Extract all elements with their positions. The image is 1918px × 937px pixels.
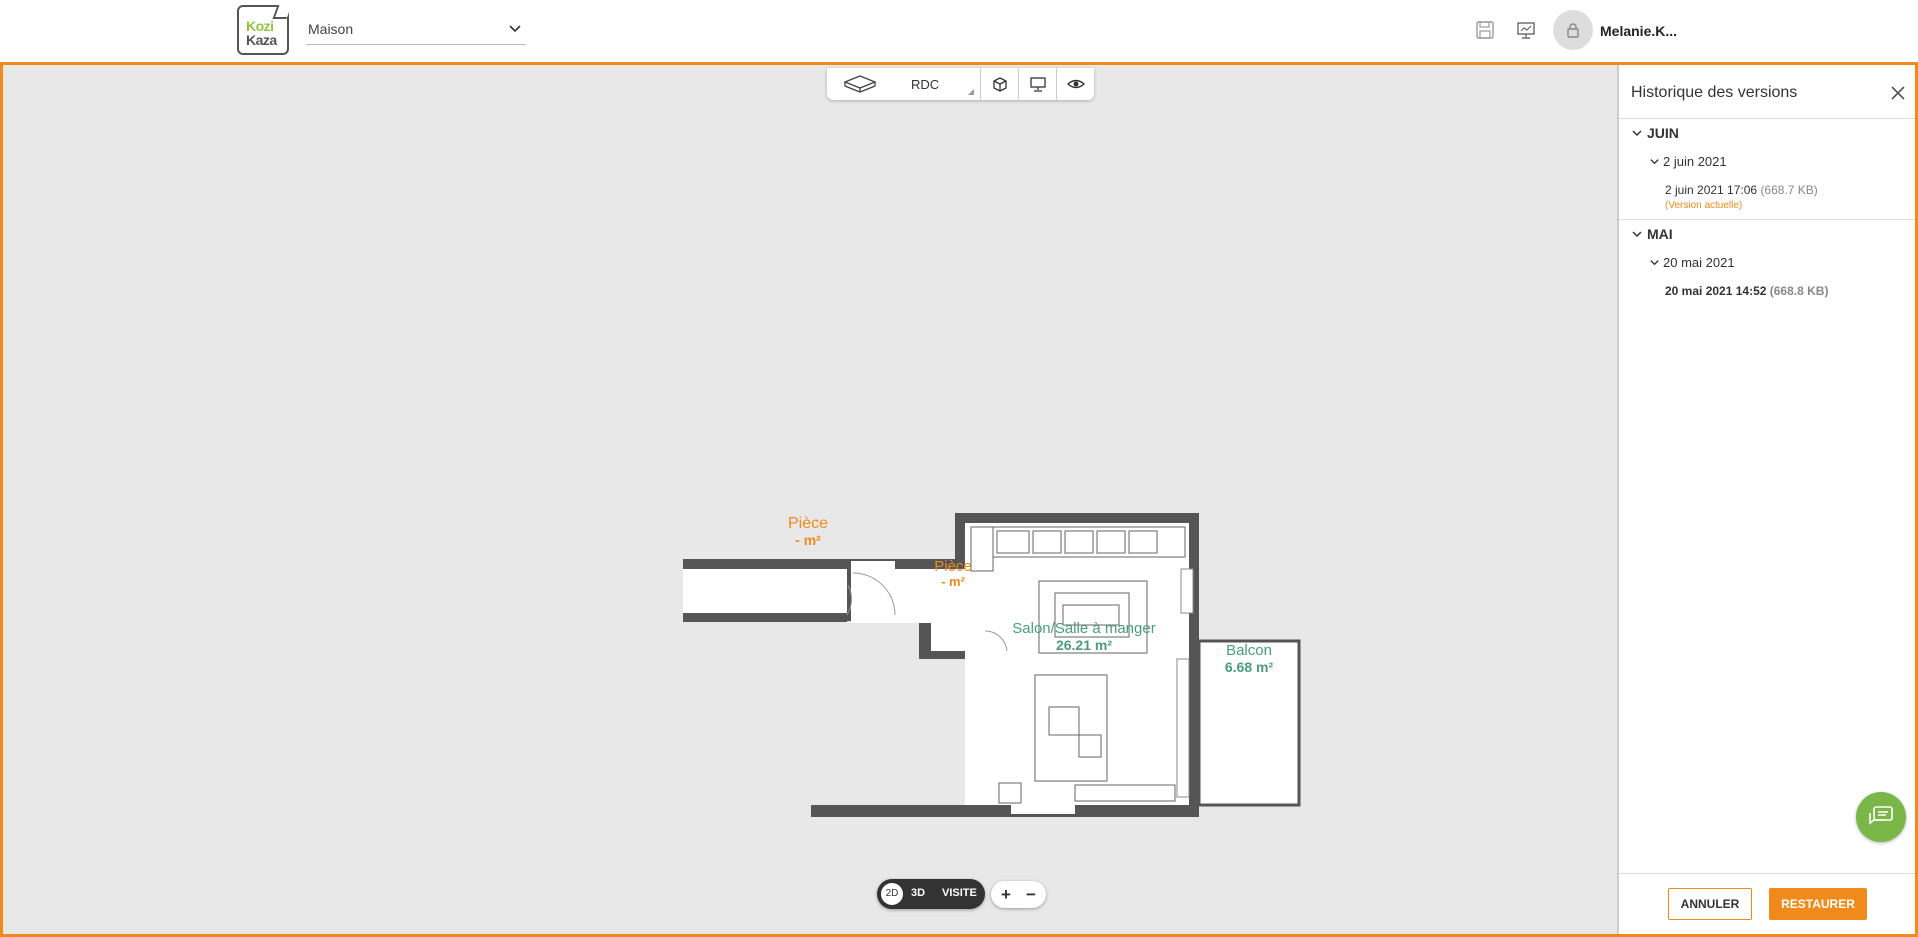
room-label-salon[interactable]: Salon/Salle à manger 26.21 m² xyxy=(989,620,1179,654)
editor-frame: RDC Pièce - m² Pièce - m² Salon/Salle à … xyxy=(0,62,1918,937)
wall xyxy=(955,513,1199,523)
user-avatar[interactable] xyxy=(1553,10,1593,50)
chevron-down-icon xyxy=(1650,159,1659,165)
wall xyxy=(683,613,847,622)
save-icon[interactable] xyxy=(1474,19,1496,41)
version-entry-selected[interactable]: 20 mai 2021 14:52 (668.8 KB) xyxy=(1665,284,1828,298)
chevron-down-icon xyxy=(1632,130,1642,137)
corner-resize-icon xyxy=(968,89,974,95)
room-name: Pièce xyxy=(934,558,972,575)
version-time: 20 mai 2021 14:52 xyxy=(1665,284,1767,298)
room-area: - m² xyxy=(795,532,821,548)
logo-text-kozi: Kozi xyxy=(246,18,274,34)
eye-icon xyxy=(1067,79,1085,89)
level-label: RDC xyxy=(911,77,940,92)
lock-icon xyxy=(1567,23,1579,38)
version-size: (668.8 KB) xyxy=(1769,284,1829,298)
room-label-piece-2[interactable]: Pièce - m² xyxy=(909,559,997,589)
view-mode-switch: 2D 3D VISITE xyxy=(877,879,985,909)
month-group-mai[interactable]: MAI xyxy=(1631,226,1831,244)
presentation-icon[interactable] xyxy=(1515,19,1537,41)
day-label: 20 mai 2021 xyxy=(1663,255,1735,270)
project-select[interactable]: Maison xyxy=(306,14,526,45)
zoom-out-button[interactable]: − xyxy=(1019,883,1043,906)
chevron-down-icon xyxy=(1632,231,1642,238)
zoom-control: + − xyxy=(991,881,1046,908)
floor-level-icon xyxy=(843,75,877,93)
project-select-value: Maison xyxy=(308,21,354,37)
mode-2d-button[interactable]: 2D xyxy=(881,883,903,905)
month-label: MAI xyxy=(1647,226,1673,242)
panel-title: Historique des versions xyxy=(1631,84,1798,101)
version-time: 2 juin 2021 17:06 xyxy=(1665,183,1758,197)
logo-text-kaza: Kaza xyxy=(246,32,277,48)
user-name[interactable]: Melanie.K... xyxy=(1600,23,1677,39)
presentation-view-button[interactable] xyxy=(1019,68,1057,100)
close-icon[interactable] xyxy=(1888,83,1908,103)
restore-button[interactable]: RESTAURER xyxy=(1769,888,1867,920)
version-entry[interactable]: 2 juin 2021 17:06 (668.7 KB) xyxy=(1665,183,1818,197)
room-name: Balcon xyxy=(1226,642,1272,659)
room-label-balcon[interactable]: Balcon 6.68 m² xyxy=(1199,642,1299,676)
mode-visite-button[interactable]: VISITE xyxy=(942,887,977,899)
version-size: (668.7 KB) xyxy=(1760,183,1818,197)
level-selector[interactable]: RDC xyxy=(827,68,981,100)
monitor-icon xyxy=(1030,77,1046,92)
room-area: 6.68 m² xyxy=(1224,659,1274,675)
visibility-button[interactable] xyxy=(1057,68,1095,100)
wall xyxy=(811,805,1199,817)
kozikaza-logo[interactable]: Kozi Kaza xyxy=(237,5,292,55)
chat-icon xyxy=(1869,806,1893,825)
chevron-down-icon xyxy=(1650,260,1659,266)
cancel-button[interactable]: ANNULER xyxy=(1668,888,1752,920)
cube-icon xyxy=(993,77,1007,92)
chat-button[interactable] xyxy=(1856,792,1906,842)
current-version-tag: (Version actuelle) xyxy=(1665,200,1743,211)
divider xyxy=(1619,219,1915,220)
room-piece-1-floor xyxy=(683,569,847,613)
room-label-piece-1[interactable]: Pièce - m² xyxy=(755,515,861,549)
mode-3d-button[interactable]: 3D xyxy=(911,887,925,899)
divider xyxy=(1619,873,1915,874)
app-header: Kozi Kaza Maison Melanie.K... xyxy=(0,0,1918,62)
room-area: 26.21 m² xyxy=(1055,637,1113,653)
room-name: Pièce xyxy=(787,515,829,532)
day-group[interactable]: 2 juin 2021 xyxy=(1649,154,1849,170)
view-toolbar: RDC xyxy=(827,68,1094,100)
day-group[interactable]: 20 mai 2021 xyxy=(1649,255,1849,271)
month-group-juin[interactable]: JUIN xyxy=(1631,125,1831,143)
month-label: JUIN xyxy=(1647,125,1679,141)
chevron-down-icon xyxy=(509,25,521,33)
zoom-in-button[interactable]: + xyxy=(994,883,1018,906)
cube-view-button[interactable] xyxy=(981,68,1019,100)
plan-canvas[interactable]: RDC Pièce - m² Pièce - m² Salon/Salle à … xyxy=(3,65,1617,934)
day-label: 2 juin 2021 xyxy=(1663,154,1727,169)
room-name: Salon/Salle à manger xyxy=(1012,620,1156,637)
divider xyxy=(1619,118,1915,119)
room-area: - m² xyxy=(941,574,965,589)
